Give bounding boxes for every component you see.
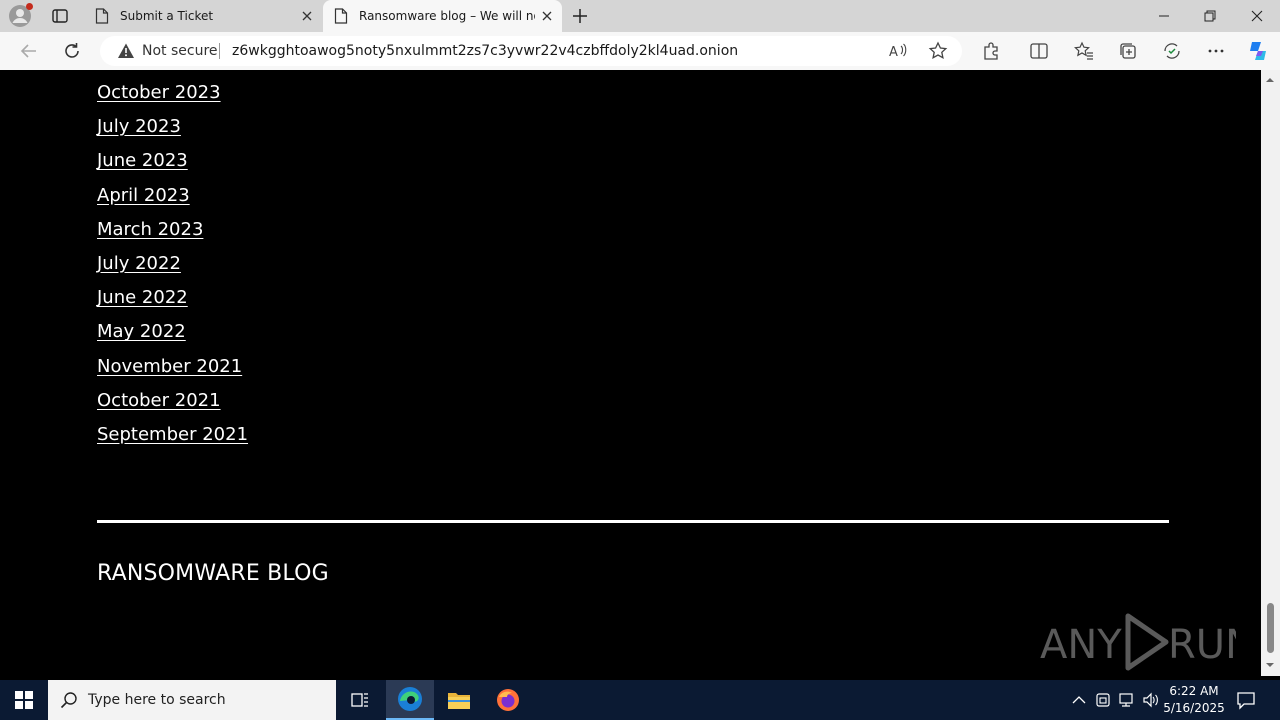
refresh-icon[interactable]: [61, 40, 83, 62]
url-text[interactable]: z6wkgghtoawog5noty5nxulmmt2zs7c3yvwr22v4…: [232, 43, 738, 59]
minimize-button[interactable]: [1141, 0, 1187, 32]
copilot-icon[interactable]: [1246, 39, 1270, 63]
divider: [219, 43, 220, 59]
read-aloud-icon[interactable]: A: [888, 41, 908, 61]
archive-link[interactable]: March 2023: [97, 217, 248, 251]
archive-link[interactable]: October 2023: [97, 80, 248, 114]
collections-icon[interactable]: [1118, 41, 1138, 61]
anyrun-logo-icon: ANY RUN: [1040, 613, 1236, 671]
close-icon[interactable]: [540, 9, 554, 23]
tab-label: Ransomware blog – We will not g: [359, 9, 535, 23]
security-status[interactable]: Not secure: [142, 43, 218, 59]
archive-link[interactable]: June 2023: [97, 148, 248, 182]
notification-dot: [26, 3, 33, 10]
archive-link[interactable]: July 2023: [97, 114, 248, 148]
svg-text:A: A: [889, 45, 898, 60]
taskbar-search[interactable]: Type here to search: [48, 680, 336, 720]
browser-essentials-icon[interactable]: [1162, 41, 1182, 61]
page-icon: [95, 8, 109, 24]
scroll-down-arrow-icon[interactable]: [1265, 660, 1275, 670]
archive-link[interactable]: November 2021: [97, 354, 248, 388]
page-content: October 2023 July 2023 June 2023 April 2…: [4, 70, 1261, 676]
tab-ransomware-blog[interactable]: Ransomware blog – We will not g: [323, 0, 562, 32]
taskbar-firefox[interactable]: [484, 680, 532, 720]
task-view-icon: [351, 693, 368, 707]
edge-browser-icon: [398, 687, 422, 711]
archive-link[interactable]: April 2023: [97, 183, 248, 217]
clock-time: 6:22 AM: [1169, 684, 1219, 698]
restore-button[interactable]: [1187, 0, 1233, 32]
svg-text:RUN: RUN: [1168, 622, 1236, 668]
anyrun-watermark: ANY RUN: [1040, 610, 1236, 674]
taskbar-edge[interactable]: [386, 680, 434, 720]
tab-actions-icon: [52, 9, 68, 23]
close-window-button[interactable]: [1234, 0, 1280, 32]
taskbar-file-explorer[interactable]: [435, 680, 483, 720]
minimize-icon: [1159, 15, 1169, 17]
network-icon[interactable]: [1118, 690, 1136, 710]
windows-taskbar: Type here to search 6:22 AM 5/16/2025: [0, 680, 1280, 720]
split-screen-icon[interactable]: [1029, 41, 1049, 61]
system-clock[interactable]: 6:22 AM 5/16/2025: [1160, 683, 1228, 717]
svg-text:ANY: ANY: [1040, 622, 1122, 668]
vertical-scrollbar[interactable]: [1261, 70, 1280, 676]
site-title[interactable]: RANSOMWARE BLOG: [97, 561, 329, 586]
notification-icon[interactable]: [1236, 690, 1256, 710]
clock-date: 5/16/2025: [1163, 701, 1225, 715]
tab-actions-button[interactable]: [50, 6, 70, 26]
tab-label: Submit a Ticket: [120, 9, 214, 23]
new-tab-button[interactable]: [570, 6, 590, 26]
warning-icon[interactable]: [117, 42, 135, 60]
scroll-up-arrow-icon[interactable]: [1265, 75, 1275, 85]
volume-icon[interactable]: [1142, 690, 1160, 710]
extensions-icon[interactable]: [981, 41, 1001, 61]
tab-strip: Submit a Ticket Ransomware blog – We wil…: [0, 0, 1280, 32]
back-arrow-icon[interactable]: [18, 40, 40, 62]
archive-link[interactable]: May 2022: [97, 319, 248, 353]
search-placeholder: Type here to search: [88, 692, 226, 708]
favorites-icon[interactable]: [1074, 41, 1094, 61]
search-icon: [60, 692, 77, 709]
device-icon[interactable]: [1094, 690, 1112, 710]
archive-link[interactable]: July 2022: [97, 251, 248, 285]
profile-avatar[interactable]: [8, 3, 33, 28]
archive-link[interactable]: June 2022: [97, 285, 248, 319]
page-icon: [334, 8, 348, 24]
tab-submit-ticket[interactable]: Submit a Ticket: [84, 0, 322, 32]
folder-icon: [448, 693, 470, 709]
archive-list: October 2023 July 2023 June 2023 April 2…: [97, 80, 248, 456]
more-options-icon[interactable]: [1206, 41, 1226, 61]
task-view-button[interactable]: [336, 680, 384, 720]
firefox-icon: [497, 689, 519, 711]
windows-logo-icon: [15, 691, 33, 709]
chevron-up-icon[interactable]: [1070, 690, 1088, 710]
footer-divider: [97, 520, 1169, 523]
address-toolbar: Not secure z6wkgghtoawog5noty5nxulmmt2zs…: [0, 32, 1280, 70]
restore-icon: [1204, 10, 1216, 22]
archive-link[interactable]: October 2021: [97, 388, 248, 422]
close-icon: [1251, 10, 1263, 22]
scrollbar-thumb[interactable]: [1267, 603, 1274, 653]
archive-link[interactable]: September 2021: [97, 422, 248, 456]
close-icon[interactable]: [300, 9, 314, 23]
plus-icon: [573, 9, 587, 23]
start-button[interactable]: [0, 680, 48, 720]
favorite-star-icon[interactable]: [928, 41, 948, 61]
